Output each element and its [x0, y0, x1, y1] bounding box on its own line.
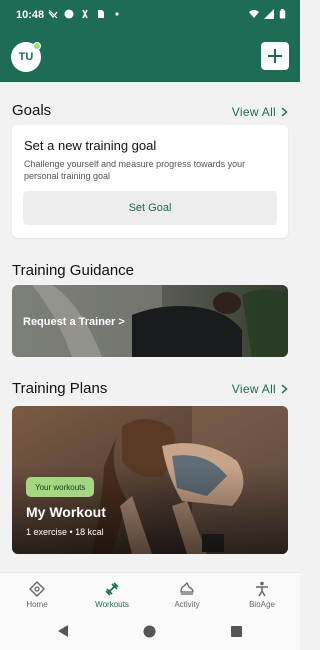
home-target-icon [29, 581, 45, 597]
request-trainer-label: Request a Trainer > [23, 316, 125, 328]
app-bar: TU [0, 32, 300, 82]
goals-view-all-label: View All [231, 105, 276, 119]
plans-view-all-label: View All [231, 382, 276, 396]
nav-bioage[interactable]: BioAge [232, 581, 292, 609]
nav-workouts[interactable]: Workouts [82, 581, 142, 609]
nav-workouts-label: Workouts [95, 600, 129, 609]
guidance-section-title: Training Guidance [12, 262, 135, 279]
shoe-icon [180, 581, 194, 595]
main-content: Goals View All Set a new training goal C… [0, 82, 300, 572]
set-goal-label: Set Goal [128, 202, 172, 214]
sim-card-icon [98, 10, 104, 18]
goals-section-title: Goals [12, 102, 52, 119]
workout-title: My Workout [26, 504, 106, 520]
goal-card-title: Set a new training goal [24, 138, 157, 153]
goals-view-all-link[interactable]: View All [232, 105, 288, 119]
my-workout-card[interactable]: Your workouts My Workout 1 exercise • 18… [12, 406, 288, 554]
add-button[interactable] [261, 42, 289, 70]
nav-activity[interactable]: Activity [157, 581, 217, 609]
bottom-nav: Home Workouts Activity BioAge [0, 572, 300, 612]
plus-icon [268, 49, 282, 63]
status-bar: 10:48 [0, 0, 300, 32]
record-icon [64, 9, 74, 19]
chevron-right-icon [281, 107, 288, 117]
nav-bioage-label: BioAge [249, 600, 275, 609]
wifi-icon [249, 10, 259, 18]
your-workouts-chip: Your workouts [26, 477, 95, 497]
dot-icon [115, 12, 119, 16]
goal-card: Set a new training goal Challenge yourse… [12, 125, 288, 238]
nav-activity-label: Activity [174, 600, 200, 609]
plans-view-all-link[interactable]: View All [232, 382, 288, 396]
system-nav-bar [0, 612, 300, 650]
workout-meta: 1 exercise • 18 kcal [26, 527, 104, 537]
goal-card-description: Challenge yourself and measure progress … [24, 159, 246, 181]
wifi-off-icon [48, 9, 58, 19]
dumbbell-icon [105, 582, 119, 596]
back-icon[interactable] [58, 625, 69, 637]
person-icon [256, 581, 268, 597]
set-goal-button[interactable]: Set Goal [23, 191, 277, 225]
request-trainer-card[interactable]: Request a Trainer > [12, 285, 288, 357]
recents-icon[interactable] [231, 626, 242, 637]
plans-section-title: Training Plans [12, 380, 108, 397]
chevron-right-icon [281, 384, 288, 394]
settings-icon [82, 9, 88, 19]
nav-home-label: Home [26, 600, 48, 609]
avatar-initials: TU [18, 51, 34, 63]
status-time: 10:48 [16, 9, 45, 21]
battery-icon [279, 9, 286, 19]
signal-icon [264, 9, 274, 19]
online-status-dot [33, 42, 41, 50]
nav-home[interactable]: Home [7, 581, 67, 609]
home-button-icon[interactable] [143, 625, 156, 638]
